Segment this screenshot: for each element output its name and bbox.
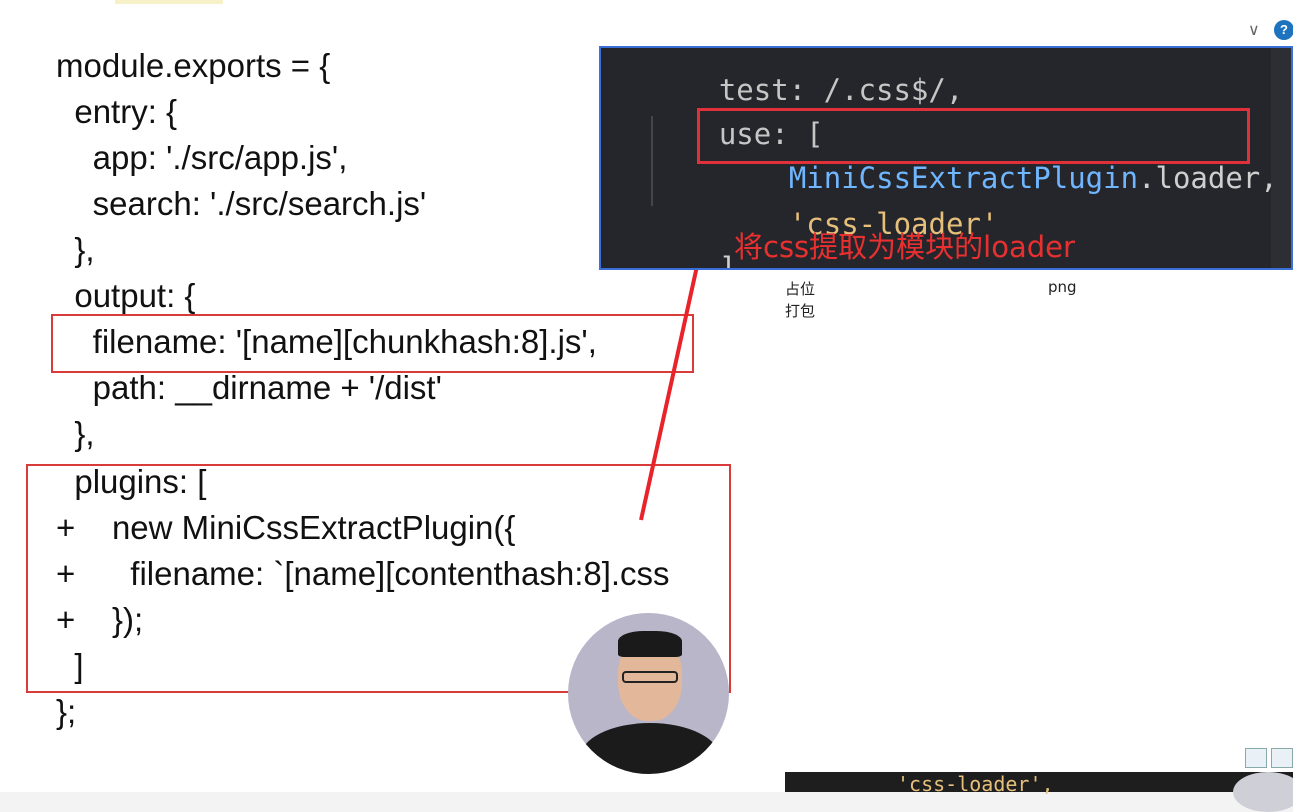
indent-guide	[651, 116, 653, 206]
popup-line-close: ]	[649, 208, 736, 268]
loader-highlight-box	[697, 108, 1250, 164]
presenter-avatar	[568, 613, 729, 774]
code-popup: test: /.css$/, use: [ MiniCssExtractPlug…	[599, 46, 1293, 270]
avatar-shirt	[580, 723, 720, 774]
avatar-glasses	[622, 671, 678, 683]
loader-member: .loader,	[1138, 161, 1278, 195]
annotation-note: 将css提取为模块的loader	[734, 230, 1075, 264]
avatar-hair	[618, 631, 682, 657]
